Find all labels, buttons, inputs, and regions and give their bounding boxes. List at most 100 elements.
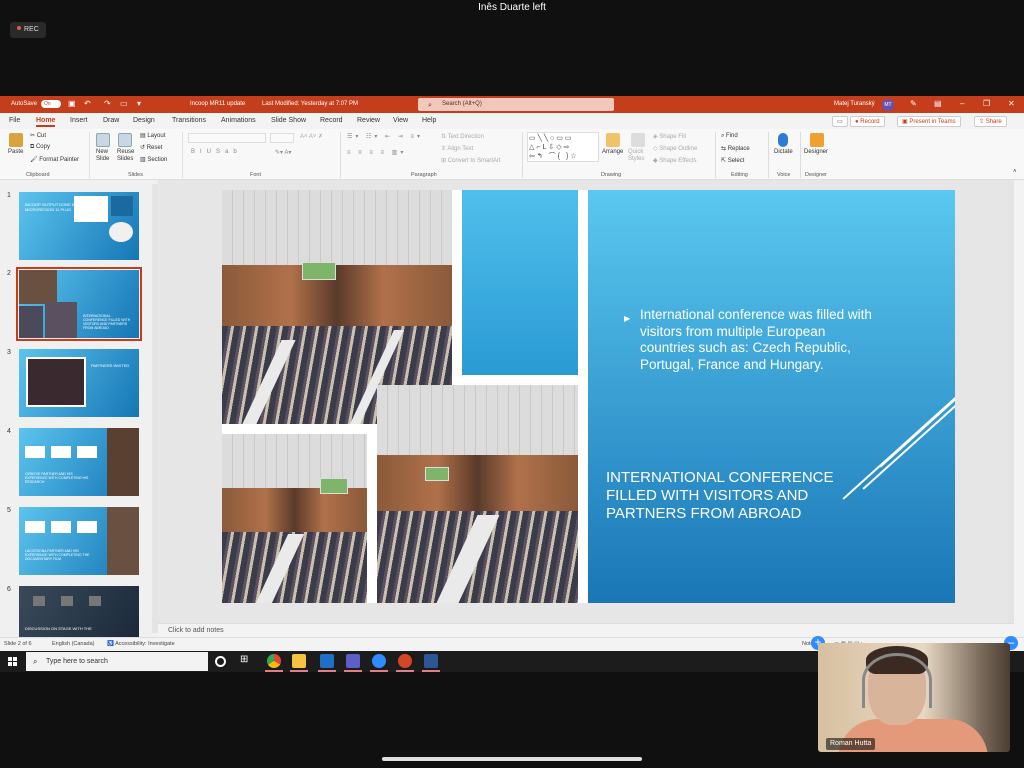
pen-icon[interactable]: ✎ [910, 99, 917, 108]
minimize-icon[interactable]: – [960, 99, 964, 108]
present-icon[interactable]: ▭ [120, 99, 128, 108]
reuse-slides-icon[interactable] [118, 133, 132, 147]
notes-pane[interactable]: Click to add notes [158, 623, 1014, 637]
home-indicator[interactable] [382, 757, 642, 761]
task-view-icon[interactable]: ⊞ [240, 654, 254, 668]
collapse-ribbon-icon[interactable]: ˄ [1013, 169, 1017, 175]
slide-thumbnail-6[interactable]: DISCUSSION ON STAGE WITH THE [19, 586, 139, 637]
tab-file[interactable]: File [9, 117, 20, 124]
format-painter-button[interactable]: 🖌 Format Painter [30, 156, 79, 163]
powerpoint-icon[interactable] [398, 654, 412, 668]
customize-toolbar-icon[interactable]: ▾ [137, 99, 141, 108]
autosave-toggle[interactable]: On [41, 100, 61, 108]
close-icon[interactable]: ✕ [1008, 99, 1015, 108]
text-direction-button[interactable]: ⇅ Text Direction [441, 133, 484, 140]
last-modified[interactable]: Last Modified: Yesterday at 7:07 PM [262, 101, 358, 107]
list-buttons[interactable]: ☰▾ ☷▾ ⇤ ⇥ ≡▾ [347, 133, 423, 140]
tab-record[interactable]: Record [320, 117, 343, 124]
reset-button[interactable]: ↺ Reset [140, 144, 162, 151]
recording-badge: REC [10, 22, 46, 38]
ribbon-display-icon[interactable]: ▤ [934, 99, 942, 108]
tab-home[interactable]: Home [36, 117, 56, 127]
chrome-icon[interactable] [267, 654, 281, 668]
font-family-select[interactable] [188, 133, 266, 143]
windows-start-icon[interactable] [8, 657, 17, 666]
font-style-buttons[interactable]: BIUSab [191, 149, 242, 155]
slide-scrollbar[interactable] [1008, 184, 1014, 633]
search-input[interactable]: ⌕ Search (Alt+Q) [418, 98, 614, 111]
copy-button[interactable]: ⧉ Copy [30, 144, 50, 151]
conference-photo-3[interactable] [377, 385, 578, 603]
convert-smartart-button[interactable]: ⊞ Convert to SmartArt [441, 157, 501, 164]
arrange-icon[interactable] [606, 133, 620, 147]
shapes-gallery[interactable]: ▭╲╲○▭▭ △⌐ᒪ⇩◇⇨ ⇦↰ ⌒{ }☆ [527, 132, 599, 162]
cortana-icon[interactable] [215, 656, 226, 667]
arrange-button[interactable]: Arrange [602, 149, 623, 155]
new-slide-button[interactable]: New Slide [96, 149, 116, 163]
align-buttons[interactable]: ≡ ≡ ≡ ≡ ▥▾ [347, 149, 406, 156]
present-in-teams-button[interactable]: ▣ Present in Teams [897, 116, 961, 127]
thumbnail-box [89, 596, 101, 606]
slide-thumbnail-5[interactable]: LACCESONA PARTNER AND HIS EXPERIENCE WIT… [19, 507, 139, 575]
find-button[interactable]: ⌕ Find [721, 133, 738, 140]
shape-fill-button[interactable]: ◈ Shape Fill [653, 133, 686, 140]
reuse-slides-button[interactable]: Reuse Slides [117, 149, 137, 163]
tab-transitions[interactable]: Transitions [172, 117, 206, 124]
section-button[interactable]: ▥ Section [140, 156, 167, 163]
new-slide-icon[interactable] [96, 133, 110, 147]
tab-design[interactable]: Design [133, 117, 155, 124]
slide-canvas[interactable]: ▶ International conference was filled wit… [222, 190, 955, 603]
conference-photo-2[interactable] [222, 434, 367, 603]
zoom-icon[interactable] [372, 654, 386, 668]
file-explorer-icon[interactable] [292, 654, 306, 668]
cut-label: Cut [36, 133, 47, 139]
slide-thumbnail-3[interactable]: PARTNERS INVITED [19, 349, 139, 417]
select-button[interactable]: ⇱ Select [721, 157, 744, 164]
font-size-controls[interactable]: A˄ A˅ ✗ [300, 133, 323, 140]
tab-review[interactable]: Review [357, 117, 380, 124]
align-text-button[interactable]: ⇕ Align Text [441, 145, 473, 152]
tab-view[interactable]: View [393, 117, 408, 124]
save-icon[interactable]: ▣ [68, 99, 76, 108]
tab-help[interactable]: Help [422, 117, 436, 124]
tab-insert[interactable]: Insert [70, 117, 88, 124]
slide-title[interactable]: INTERNATIONAL CONFERENCE FILLED WITH VIS… [606, 469, 836, 523]
comments-button[interactable]: ▭ [832, 116, 848, 127]
paste-button[interactable]: Paste [8, 149, 23, 155]
tab-animations[interactable]: Animations [221, 117, 256, 124]
designer-button[interactable]: Designer [804, 149, 828, 155]
replace-button[interactable]: ⇆ Replace [721, 145, 750, 152]
language-indicator[interactable]: English (Canada) [52, 641, 95, 647]
shape-outline-button[interactable]: ◇ Shape Outline [653, 145, 697, 152]
undo-icon[interactable]: ↶ [84, 99, 91, 108]
tab-slide-show[interactable]: Slide Show [271, 117, 306, 124]
designer-icon[interactable] [810, 133, 824, 147]
shape-effects-button[interactable]: ◆ Shape Effects [653, 157, 697, 164]
quick-styles-button[interactable]: Quick Styles [628, 149, 648, 163]
avatar[interactable]: MT [882, 99, 894, 111]
font-size-select[interactable] [270, 133, 294, 143]
taskbar-search-input[interactable]: ⌕ Type here to search [26, 652, 208, 671]
word-icon[interactable] [424, 654, 438, 668]
slide-thumbnail-4[interactable]: CIRKEVE PARTNER AND HIS EXPERIENCE WITH … [19, 428, 139, 496]
teams-icon[interactable] [346, 654, 360, 668]
shape-fill-label: Shape Fill [659, 134, 686, 140]
slide-thumbnail-1[interactable]: INCOOP OUTPUT DONE BY MICROREGION 11 PLU… [19, 192, 139, 260]
layout-button[interactable]: ▤ Layout [140, 132, 165, 139]
accessibility-status[interactable]: ♿ Accessibility: Investigate [107, 641, 175, 647]
paste-icon[interactable] [9, 133, 23, 147]
participant-video[interactable] [818, 643, 1010, 752]
font-color-buttons[interactable]: ✎▾ A▾ [275, 149, 291, 156]
quick-styles-icon[interactable] [631, 133, 645, 147]
tab-draw[interactable]: Draw [103, 117, 119, 124]
restore-icon[interactable]: ❐ [983, 99, 990, 108]
redo-icon[interactable]: ↷ [104, 99, 111, 108]
microphone-icon[interactable] [778, 133, 788, 147]
outlook-icon[interactable] [320, 654, 334, 668]
dictate-button[interactable]: Dictate [774, 149, 793, 155]
share-button[interactable]: ⇪ Share [974, 116, 1007, 127]
record-button[interactable]: ● Record [850, 116, 885, 127]
slide-bullet-text[interactable]: ▶ International conference was filled wit… [624, 307, 874, 373]
cut-button[interactable]: ✂ Cut [30, 132, 46, 139]
slide-thumbnail-2[interactable]: INTERNATIONAL CONFERENCE FILLED WITH VIS… [16, 267, 142, 341]
